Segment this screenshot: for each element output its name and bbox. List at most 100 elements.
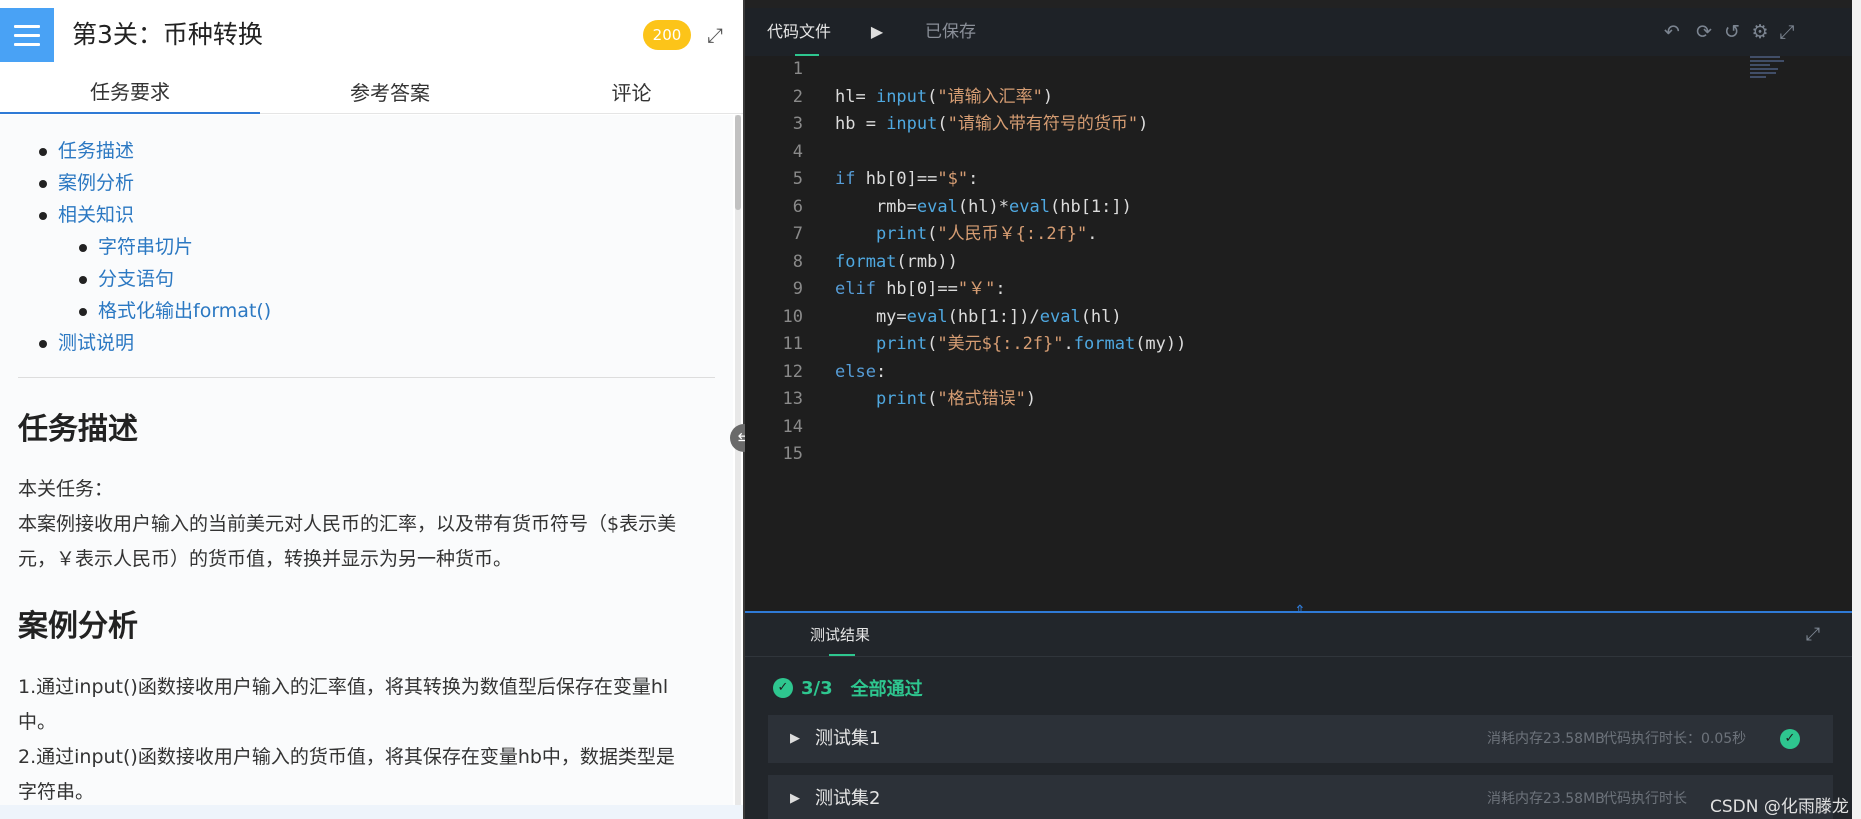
tab-task-requirements[interactable]: 任务要求 [0, 68, 260, 114]
code-text: ) [1025, 389, 1037, 409]
code-line[interactable]: format(rmb)) [835, 249, 1735, 277]
code-keyword: else [835, 361, 876, 382]
tab-comments[interactable]: 评论 [520, 68, 743, 114]
code-string: "格式错误" [937, 389, 1026, 409]
undo-icon[interactable]: ↶ [1660, 20, 1684, 44]
section-heading: 案例分析 [18, 609, 138, 644]
code-keyword: if [835, 169, 856, 189]
code-function: input [886, 114, 938, 134]
code-text: ( [927, 86, 938, 107]
code-line[interactable]: print("美元${:.2f}".format(my)) [835, 331, 1735, 359]
execution-time: 代码执行时长：0.05秒 [1603, 731, 1747, 747]
code-string: "$" [937, 169, 969, 189]
code-line[interactable]: print("人民币￥{:.2f}". [835, 221, 1735, 249]
code-line[interactable] [835, 441, 1735, 469]
window-edge [1852, 0, 1861, 819]
code-line[interactable]: hb = input("请输入带有符号的货币") [835, 111, 1735, 139]
hamburger-menu-icon[interactable] [0, 8, 54, 62]
line-number: 13 [782, 389, 803, 409]
code-text: ( [927, 389, 938, 409]
paragraph-line: 本关任务： [18, 478, 114, 500]
code-line[interactable]: rmb=eval(hl)*eval(hb[1:]) [835, 194, 1735, 222]
code-text: ( [927, 334, 938, 354]
tab-reference-answer[interactable]: 参考答案 [260, 68, 520, 114]
code-text: : [875, 361, 887, 382]
scrollbar-thumb[interactable] [735, 115, 741, 210]
check-circle-icon: ✓ [773, 678, 793, 698]
line-number: 12 [782, 361, 803, 382]
code-line[interactable] [835, 139, 1735, 167]
pass-summary: ✓ 3/3 全部通过 [773, 673, 923, 703]
check-circle-icon: ✓ [1780, 729, 1800, 749]
line-number: 8 [792, 251, 803, 272]
history-icon[interactable]: ↺ [1720, 20, 1744, 44]
tab-code-file[interactable]: 代码文件 [767, 8, 831, 56]
code-function: eval [906, 306, 948, 327]
page-title: 第3关：币种转换 [72, 20, 263, 49]
tab-test-results[interactable]: 测试结果 [810, 613, 870, 657]
test-set-row[interactable]: ▶ 测试集1 消耗内存23.58MB 代码执行时长：0.05秒 ✓ [768, 715, 1833, 763]
code-text: my= [835, 306, 907, 327]
code-text: ( [937, 114, 948, 134]
line-number: 10 [782, 306, 803, 327]
code-line[interactable]: print("格式错误") [835, 386, 1735, 414]
pass-count: 3/3 [801, 677, 833, 699]
execution-time: 代码执行时长 [1603, 791, 1687, 807]
line-number: 5 [792, 169, 803, 189]
memory-usage: 消耗内存23.58MB [1487, 791, 1605, 807]
line-numbers: 1 2 3 4 5 6 7 8 9 10 11 12 13 14 15 [745, 56, 805, 469]
code-text: : [995, 279, 1006, 299]
memory-usage: 消耗内存23.58MB [1487, 731, 1605, 747]
code-line[interactable] [835, 414, 1735, 442]
paragraph-line: 2.通过input()函数接收用户输入的货币值，将其保存在变量hb中，数据类型是 [18, 746, 675, 768]
table-of-contents: 任务描述 案例分析 相关知识 字符串切片 分支语句 格式化输出format() … [18, 135, 718, 359]
code-minimap[interactable] [1750, 56, 1790, 86]
code-lines[interactable]: hl= input("请输入汇率") hb = input("请输入带有符号的货币… [835, 56, 1735, 469]
code-line[interactable]: elif hb[0]=="￥": [835, 276, 1735, 304]
paragraph-line: 元，￥表示人民币）的货币值，转换并显示为另一种货币。 [18, 548, 513, 570]
fullscreen-icon[interactable]: ⤢ [1775, 20, 1799, 44]
paragraph-line: 字符串。 [18, 781, 95, 803]
toc-item[interactable]: 相关知识 [18, 199, 718, 231]
code-line[interactable] [835, 56, 1735, 84]
test-set-name: 测试集2 [815, 788, 881, 809]
code-text: : [968, 169, 979, 189]
settings-icon[interactable]: ⚙ [1748, 20, 1772, 44]
code-text: hb[0]== [855, 169, 938, 189]
paragraph-line: 1.通过input()函数接收用户输入的汇率值，将其转换为数值型后保存在变量hl [18, 676, 669, 698]
line-number: 7 [792, 224, 803, 244]
expand-icon[interactable]: ⤢ [1801, 623, 1825, 647]
code-editor[interactable]: 1 2 3 4 5 6 7 8 9 10 11 12 13 14 15 hl= … [745, 56, 1861, 611]
code-text: hl= [835, 86, 876, 107]
left-scrollbar[interactable] [735, 115, 741, 805]
results-header: 测试结果 ⤢ [745, 613, 1861, 657]
code-line[interactable]: if hb[0]=="$": [835, 166, 1735, 194]
code-text: (rmb)) [896, 251, 958, 272]
code-line[interactable]: my=eval(hb[1:])/eval(hl) [835, 304, 1735, 332]
code-line[interactable]: else: [835, 359, 1735, 387]
line-number: 11 [782, 334, 803, 354]
code-text: (hb[1:])/ [947, 306, 1040, 327]
code-function: eval [916, 196, 958, 217]
toc-item[interactable]: 测试说明 [18, 327, 718, 359]
section-heading: 任务描述 [18, 412, 138, 447]
code-text: ) [1138, 114, 1149, 134]
toc-subitem[interactable]: 格式化输出format() [18, 295, 718, 327]
test-set-row[interactable]: ▶ 测试集2 消耗内存23.58MB 代码执行时长 [768, 775, 1833, 819]
code-function: eval [1009, 196, 1050, 217]
toc-item[interactable]: 任务描述 [18, 135, 718, 167]
left-footer-strip [0, 805, 743, 819]
toc-item[interactable]: 案例分析 [18, 167, 718, 199]
toc-subitem[interactable]: 分支语句 [18, 263, 718, 295]
expand-icon[interactable]: ⤢ [703, 23, 727, 47]
editor-toolbar: 代码文件 ▶ 已保存 ↶ ⟳ ↺ ⚙ ⤢ [745, 8, 1861, 56]
line-number: 9 [792, 279, 803, 299]
run-icon[interactable]: ▶ [867, 22, 887, 42]
code-line[interactable]: hl= input("请输入汇率") [835, 84, 1735, 112]
refresh-icon[interactable]: ⟳ [1692, 20, 1716, 44]
paragraph-line: 本案例接收用户输入的当前美元对人民币的汇率，以及带有货币符号（$表示美 [18, 513, 677, 535]
code-text: . [1087, 224, 1098, 244]
toc-subitem[interactable]: 字符串切片 [18, 231, 718, 263]
